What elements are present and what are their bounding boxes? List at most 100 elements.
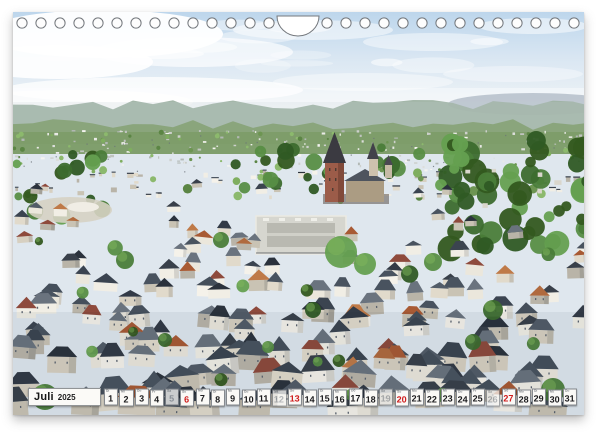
day-cell-30: Mi30: [548, 389, 562, 406]
day-number: 25: [472, 393, 483, 403]
weekday-abbr: Sa: [488, 391, 492, 394]
binding-hole: [341, 18, 351, 28]
weekday-abbr: Mi: [550, 390, 554, 393]
hanger-notch: [277, 16, 319, 36]
day-cell-10: Do10: [242, 389, 256, 406]
binding-hole: [207, 18, 217, 28]
day-number: 9: [227, 393, 238, 403]
day-cell-8: Di8: [211, 389, 225, 406]
day-number: 26: [487, 394, 498, 404]
binding-hole: [93, 18, 103, 28]
day-number: 24: [457, 394, 468, 404]
day-cell-18: Fr18: [364, 389, 378, 406]
day-number: 21: [411, 393, 422, 403]
day-number: 7: [197, 394, 208, 404]
date-strip: Juli 2025 Di1Mi2Do3Fr4Sa5So6Mo7Di8Mi9Do1…: [13, 388, 584, 406]
binding-hole: [531, 18, 541, 28]
binding-hole: [550, 18, 560, 28]
weekday-abbr: Fr: [366, 390, 369, 393]
weekday-abbr: Di: [427, 391, 430, 394]
day-cell-12: Sa12: [272, 390, 286, 407]
day-cell-16: Mi16: [333, 389, 347, 406]
binding-hole: [226, 18, 236, 28]
day-cell-26: Sa26: [486, 389, 500, 406]
day-number: 16: [334, 394, 345, 404]
day-cell-2: Mi2: [119, 390, 133, 407]
weekday-abbr: So: [182, 391, 186, 394]
day-cell-19: Sa19: [379, 388, 393, 405]
binding-hole: [188, 18, 198, 28]
weekday-abbr: Di: [320, 389, 323, 392]
binding-hole: [74, 18, 84, 28]
day-number: 28: [518, 394, 529, 404]
weekday-abbr: Sa: [274, 391, 278, 394]
day-cell-17: Do17: [349, 389, 363, 406]
weekday-abbr: Di: [534, 390, 537, 393]
day-cell-14: Mo14: [303, 389, 317, 406]
day-number: 12: [273, 395, 284, 405]
weekday-abbr: Fr: [152, 391, 155, 394]
day-number: 22: [426, 395, 437, 405]
calendar-mockup: Juli 2025 Di1Mi2Do3Fr4Sa5So6Mo7Di8Mi9Do1…: [0, 0, 600, 432]
binding-hole: [322, 18, 332, 28]
day-cell-24: Do24: [456, 389, 470, 406]
binding-hole: [398, 18, 408, 28]
binding-hole: [512, 18, 522, 28]
day-number: 17: [350, 394, 361, 404]
day-cell-29: Di29: [532, 388, 546, 405]
binding-hole: [569, 18, 579, 28]
day-number: 5: [166, 393, 177, 403]
day-number: 10: [243, 394, 254, 404]
weekday-abbr: Fr: [259, 390, 262, 393]
weekday-abbr: Sa: [381, 390, 385, 393]
day-cell-20: So20: [395, 389, 409, 406]
weekday-abbr: Do: [565, 390, 569, 393]
day-number: 19: [380, 393, 391, 403]
weekday-abbr: Mo: [305, 391, 310, 394]
day-number: 31: [564, 393, 575, 403]
day-cell-27: So27: [502, 389, 516, 406]
year-label: 2025: [58, 393, 76, 402]
day-cell-25: Fr25: [471, 388, 485, 405]
weekday-abbr: Mo: [412, 390, 417, 393]
binding-hole: [360, 18, 370, 28]
weekday-abbr: Do: [137, 389, 141, 392]
calendar-page: Juli 2025 Di1Mi2Do3Fr4Sa5So6Mo7Di8Mi9Do1…: [13, 12, 584, 415]
weekday-abbr: Do: [351, 390, 355, 393]
binding-hole: [36, 18, 46, 28]
binding-hole: [55, 18, 65, 28]
day-number: 4: [151, 394, 162, 404]
weekday-abbr: So: [504, 390, 508, 393]
day-cell-4: Fr4: [150, 389, 164, 406]
month-label: Juli: [34, 391, 54, 403]
weekday-abbr: Mi: [443, 389, 447, 392]
day-cell-31: Do31: [563, 388, 577, 405]
weekday-abbr: Fr: [473, 389, 476, 392]
weekday-abbr: Sa: [167, 389, 171, 392]
weekday-abbr: Mi: [228, 390, 232, 393]
binding-hole: [17, 18, 27, 28]
binding-hole: [474, 18, 484, 28]
binding-hole: [264, 18, 274, 28]
day-cell-6: So6: [180, 389, 194, 406]
day-number: 3: [136, 393, 147, 403]
binding-hole: [455, 18, 465, 28]
day-number: 8: [212, 394, 223, 404]
binding-hole: [112, 18, 122, 28]
day-number: 14: [304, 394, 315, 404]
day-number: 2: [120, 395, 131, 405]
day-number: 11: [258, 393, 269, 403]
day-number: 27: [503, 394, 514, 404]
day-number: 18: [365, 394, 376, 404]
spiral-binding: [13, 12, 584, 48]
binding-hole: [417, 18, 427, 28]
binding-hole: [493, 18, 503, 28]
weekday-abbr: Di: [213, 390, 216, 393]
day-cell-11: Fr11: [257, 388, 271, 405]
day-number: 1: [105, 393, 116, 403]
weekday-abbr: Mo: [198, 390, 203, 393]
day-cell-5: Sa5: [165, 388, 179, 405]
weekday-abbr: Di: [106, 390, 109, 393]
day-cell-3: Do3: [135, 388, 149, 405]
weekday-abbr: Mo: [519, 390, 524, 393]
